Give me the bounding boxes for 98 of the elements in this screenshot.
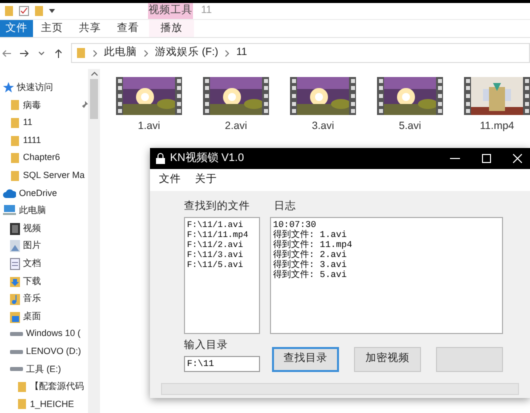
action-button[interactable]: 加密视频 [354, 346, 421, 372]
folder-icon [76, 47, 86, 59]
scrollbar[interactable] [88, 69, 100, 413]
up-arrow-icon[interactable] [54, 48, 63, 58]
action-button[interactable]: 查找目录 [272, 346, 339, 372]
input-label: 输入目录 [184, 338, 229, 353]
folder-icon [10, 134, 20, 147]
list-item[interactable]: F:\11/1.avi [187, 220, 257, 230]
file-name[interactable]: 5.avi [398, 119, 422, 135]
sidebar-item[interactable]: 文档 [23, 256, 41, 270]
ribbon-tab[interactable]: 播放 [149, 20, 194, 37]
lock-icon [156, 153, 165, 164]
drive-icon [10, 348, 23, 355]
chevron-right-icon [144, 50, 148, 56]
back-arrow-icon[interactable] [2, 48, 11, 58]
ribbon-tab[interactable]: 共享 [71, 20, 109, 37]
sidebar-item[interactable]: 此电脑 [19, 204, 46, 218]
sidebar-item[interactable]: 下载 [23, 274, 41, 288]
forward-arrow-icon[interactable] [20, 48, 29, 58]
video-thumbnail[interactable] [377, 77, 443, 115]
contextual-tab-group: 视频工具 [148, 3, 193, 19]
sidebar-item[interactable]: 1111 [23, 134, 42, 148]
download-icon [10, 275, 20, 288]
list-item[interactable]: F:\11/3.avi [187, 250, 257, 260]
log-line: 10:07:30 [273, 220, 318, 230]
close-icon[interactable] [513, 154, 522, 163]
video-thumbnail[interactable] [203, 77, 269, 115]
pin-icon [80, 101, 88, 110]
menu-item[interactable]: 关于 [195, 172, 217, 188]
list-item[interactable]: F:\11/2.avi [187, 240, 257, 250]
document-icon [10, 258, 20, 270]
video-thumbnail[interactable] [464, 77, 530, 115]
ribbon-tab[interactable]: 查看 [109, 20, 147, 37]
sidebar-item[interactable]: 病毒 [23, 98, 41, 112]
desktop-icon [10, 310, 20, 323]
scroll-up-icon[interactable] [90, 71, 98, 76]
chevron-down-icon[interactable] [38, 48, 45, 58]
breadcrumb-item[interactable]: 11 [236, 45, 248, 61]
sidebar-item[interactable]: 视频 [23, 222, 41, 236]
sidebar-item[interactable]: 工具 (E:) [26, 362, 61, 376]
image-icon [10, 240, 20, 252]
log-line: 得到文件: 5.avi [273, 270, 348, 280]
file-name[interactable]: 2.avi [224, 119, 248, 135]
drive-icon [10, 331, 23, 338]
folder-icon [10, 152, 20, 164]
list-label: 查找到的文件 [184, 199, 251, 214]
drive-icon [10, 366, 23, 372]
chevron-right-icon [225, 50, 230, 56]
ribbon-tab[interactable]: 文件 [0, 20, 33, 37]
sidebar-item[interactable]: 【配套源代码 [30, 380, 84, 394]
directory-field[interactable]: F:\11 [184, 356, 260, 372]
sidebar-item[interactable]: 11 [23, 116, 32, 130]
ribbon-tab[interactable]: 主页 [33, 20, 71, 37]
music-note-icon [10, 292, 20, 305]
star-icon [3, 82, 14, 94]
properties-icon[interactable] [19, 6, 29, 16]
video-thumbnail[interactable] [290, 77, 356, 115]
folder-icon [4, 5, 14, 17]
sidebar-item[interactable]: 桌面 [23, 310, 41, 324]
log-label: 日志 [273, 199, 297, 214]
folder-icon [10, 99, 20, 112]
breadcrumb-item[interactable]: 游戏娱乐 (F:) [155, 45, 218, 61]
menu-item[interactable]: 文件 [159, 172, 181, 188]
computer-icon [3, 205, 16, 216]
list-item[interactable]: F:\11/11.mp4 [187, 230, 257, 240]
list-item[interactable]: F:\11/5.avi [187, 260, 257, 270]
dropdown-arrow-icon[interactable] [49, 9, 55, 13]
sidebar-item[interactable]: 图片 [23, 239, 41, 253]
file-name[interactable]: 3.avi [312, 119, 334, 135]
folder-icon [10, 170, 20, 182]
film-icon [10, 222, 20, 235]
cloud-icon [3, 188, 16, 198]
address-bar[interactable]: 此电脑 游戏娱乐 (F:) 11 [71, 43, 530, 63]
sidebar-item[interactable]: 快速访问 [17, 81, 53, 95]
breadcrumb-item[interactable]: 此电脑 [104, 45, 137, 61]
folder-icon [34, 5, 44, 17]
window-title: 11 [201, 3, 212, 18]
chevron-right-icon [93, 50, 97, 56]
maximize-icon[interactable] [482, 154, 491, 163]
sidebar-item[interactable]: Chapter6 [23, 151, 60, 165]
sidebar-item[interactable]: 音乐 [23, 292, 41, 306]
log-line: 得到文件: 2.avi [273, 250, 348, 260]
sidebar-item[interactable]: SQL Server Ma [23, 169, 85, 183]
video-thumbnail[interactable] [116, 77, 182, 115]
log-line: 得到文件: 1.avi [273, 230, 348, 240]
sidebar-item[interactable]: 1_HEICHE [30, 398, 74, 412]
file-name[interactable]: 11.mp4 [480, 119, 514, 135]
folder-icon [17, 398, 27, 410]
folder-icon [10, 116, 20, 129]
scrollbar-thumb[interactable] [90, 79, 98, 119]
sidebar-item[interactable]: OneDrive [19, 186, 58, 200]
log-line: 得到文件: 3.avi [273, 260, 348, 270]
sidebar-item[interactable]: LENOVO (D:) [26, 344, 82, 358]
file-name[interactable]: 1.avi [138, 119, 160, 135]
log-line: 得到文件: 11.mp4 [273, 240, 354, 250]
sidebar-item[interactable]: Windows 10 ( [26, 327, 81, 341]
dialog-title: KN视频锁 V1.0 [170, 151, 244, 166]
folder-icon [17, 380, 27, 393]
